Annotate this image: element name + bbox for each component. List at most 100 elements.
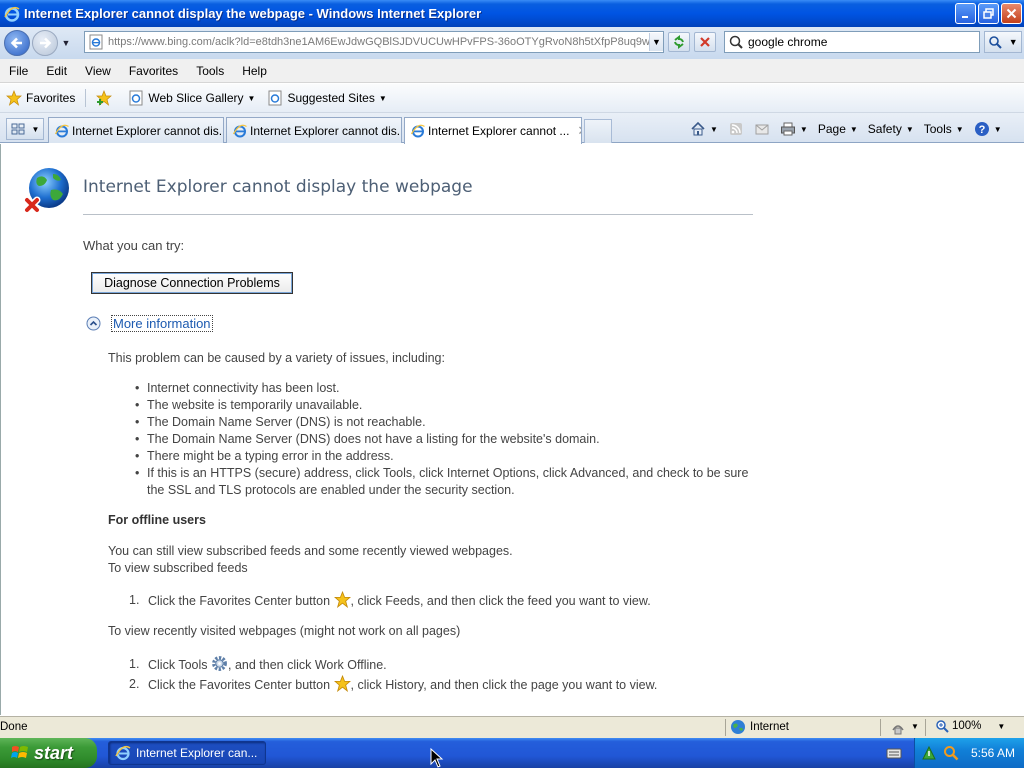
menu-file[interactable]: File (0, 64, 37, 78)
feeds-steps-list: 1. Click the Favorites Center button , c… (129, 591, 651, 611)
tools-menu-button[interactable]: Tools ▼ (924, 122, 964, 136)
printer-icon (780, 122, 795, 136)
problem-intro-text: This problem can be caused by a variety … (108, 351, 445, 365)
chevron-down-icon[interactable]: ▼ (997, 722, 1005, 731)
list-item: 1. Click Tools , and then click Work Off… (129, 655, 657, 675)
search-input[interactable] (748, 35, 979, 49)
more-information-link[interactable]: More information (111, 315, 213, 332)
feeds-button[interactable] (728, 121, 744, 137)
chevron-down-icon[interactable]: ▼ (911, 722, 919, 731)
mouse-cursor-icon (430, 748, 444, 768)
safety-menu-button[interactable]: Safety ▼ (868, 122, 914, 136)
tab-1[interactable]: Internet Explorer cannot dis... (48, 117, 224, 143)
taskbar: start Internet Explorer can... 5:56 AM (0, 738, 1024, 768)
keyboard-language-icon[interactable] (886, 745, 902, 761)
stop-button[interactable] (694, 32, 716, 52)
favorites-star-icon (6, 90, 22, 106)
refresh-icon (674, 35, 684, 49)
suggested-sites-link[interactable]: Suggested Sites ▼ (261, 90, 392, 106)
chevron-down-icon[interactable]: ▼ (994, 125, 1002, 134)
offline-users-heading: For offline users (108, 513, 206, 527)
back-arrow-icon (10, 37, 22, 49)
search-options-dropdown-icon[interactable]: ▼ (1009, 37, 1018, 47)
safety-menu-label: Safety (867, 122, 902, 136)
search-tray-icon[interactable] (943, 745, 959, 761)
menu-tools[interactable]: Tools (187, 64, 233, 78)
rss-feed-icon (729, 123, 742, 135)
taskbar-item-label: Internet Explorer can... (136, 746, 258, 760)
status-divider (725, 719, 726, 736)
list-item: The website is temporarily unavailable. (133, 397, 753, 414)
help-button[interactable]: ? ▼ (974, 121, 1002, 137)
stop-icon (700, 37, 710, 47)
refresh-button[interactable] (668, 32, 690, 52)
read-mail-button[interactable] (754, 121, 770, 137)
close-tab-icon[interactable]: ✕ (577, 123, 581, 139)
status-text: Done (0, 721, 28, 733)
diagnose-connection-button[interactable]: Diagnose Connection Problems (91, 272, 293, 294)
menu-bar: File Edit View Favorites Tools Help (0, 59, 1024, 83)
forward-button[interactable] (32, 30, 58, 56)
new-tab-button[interactable] (584, 119, 612, 143)
ie-page-icon (129, 90, 143, 106)
home-icon (691, 121, 705, 136)
step-text-b: , click Feeds, and then click the feed y… (350, 594, 651, 608)
quick-tabs-button[interactable]: ▼ (6, 118, 44, 140)
quick-tabs-icon (11, 123, 25, 135)
chevron-down-icon: ▼ (905, 124, 914, 134)
recent-pages-dropdown[interactable]: ▼ (60, 38, 72, 48)
favorites-button[interactable]: Favorites (0, 90, 81, 106)
search-button[interactable]: ▼ (984, 31, 1022, 53)
chevron-down-icon[interactable]: ▼ (710, 125, 718, 134)
clock[interactable]: 5:56 AM (971, 746, 1015, 760)
menu-favorites[interactable]: Favorites (120, 64, 187, 78)
favorites-star-icon (333, 591, 351, 608)
tab-3-active[interactable]: Internet Explorer cannot ... ✕ (404, 117, 582, 144)
title-divider (83, 214, 753, 215)
help-icon: ? (974, 122, 989, 136)
restore-button[interactable] (978, 3, 999, 24)
chevron-down-icon: ▼ (247, 93, 256, 103)
tab-bar: ▼ Internet Explorer cannot dis... Intern… (0, 113, 1024, 144)
forward-arrow-icon (40, 37, 52, 49)
address-url[interactable]: https://www.bing.com/aclk?ld=e8tdh3ne1AM… (108, 36, 649, 48)
favorites-bar: Favorites Web Slice Gallery ▼ Suggested … (0, 84, 1024, 113)
taskbar-item-ie[interactable]: Internet Explorer can... (108, 741, 266, 765)
tab-2[interactable]: Internet Explorer cannot dis... (226, 117, 402, 143)
security-zone[interactable]: Internet (730, 719, 789, 735)
search-box[interactable] (724, 31, 980, 53)
toolbar-separator (85, 89, 87, 107)
svg-text:?: ? (978, 124, 985, 136)
internet-zone-icon (731, 720, 745, 734)
page-title: Internet Explorer cannot display the web… (83, 177, 473, 197)
print-button[interactable]: ▼ (780, 121, 808, 137)
minimize-button[interactable] (955, 3, 976, 24)
favorites-star-icon (333, 675, 351, 692)
step-text-b: , click History, and then click the page… (350, 678, 658, 692)
chevron-down-icon[interactable]: ▼ (800, 125, 808, 134)
more-information-toggle[interactable]: More information (86, 315, 213, 332)
address-dropdown[interactable]: ▼ (649, 33, 663, 51)
network-icon[interactable] (921, 745, 937, 761)
menu-edit[interactable]: Edit (37, 64, 76, 78)
page-menu-button[interactable]: Page ▼ (818, 122, 858, 136)
home-button[interactable]: ▼ (690, 121, 718, 137)
start-button[interactable]: start (0, 738, 97, 768)
zoom-control[interactable]: 100% ▼ (935, 719, 1005, 733)
back-button[interactable] (4, 30, 30, 56)
list-item: The Domain Name Server (DNS) does not ha… (133, 431, 753, 448)
tab-list-dropdown-icon[interactable]: ▼ (32, 125, 40, 134)
step-number: 2. (129, 677, 140, 691)
menu-view[interactable]: View (76, 64, 120, 78)
zone-label: Internet (750, 721, 789, 733)
protected-mode-icon[interactable] (890, 720, 906, 736)
address-bar[interactable]: https://www.bing.com/aclk?ld=e8tdh3ne1AM… (84, 31, 664, 53)
menu-help[interactable]: Help (233, 64, 276, 78)
window-title-bar[interactable]: Internet Explorer cannot display the web… (0, 0, 1024, 27)
close-button[interactable] (1001, 3, 1022, 24)
web-slice-gallery-label: Web Slice Gallery (148, 91, 244, 105)
step-text-a: Click the Favorites Center button (148, 594, 331, 608)
add-to-favorites-bar-button[interactable] (90, 90, 122, 106)
chevron-up-icon[interactable] (86, 316, 101, 331)
web-slice-gallery-link[interactable]: Web Slice Gallery ▼ (122, 90, 261, 106)
